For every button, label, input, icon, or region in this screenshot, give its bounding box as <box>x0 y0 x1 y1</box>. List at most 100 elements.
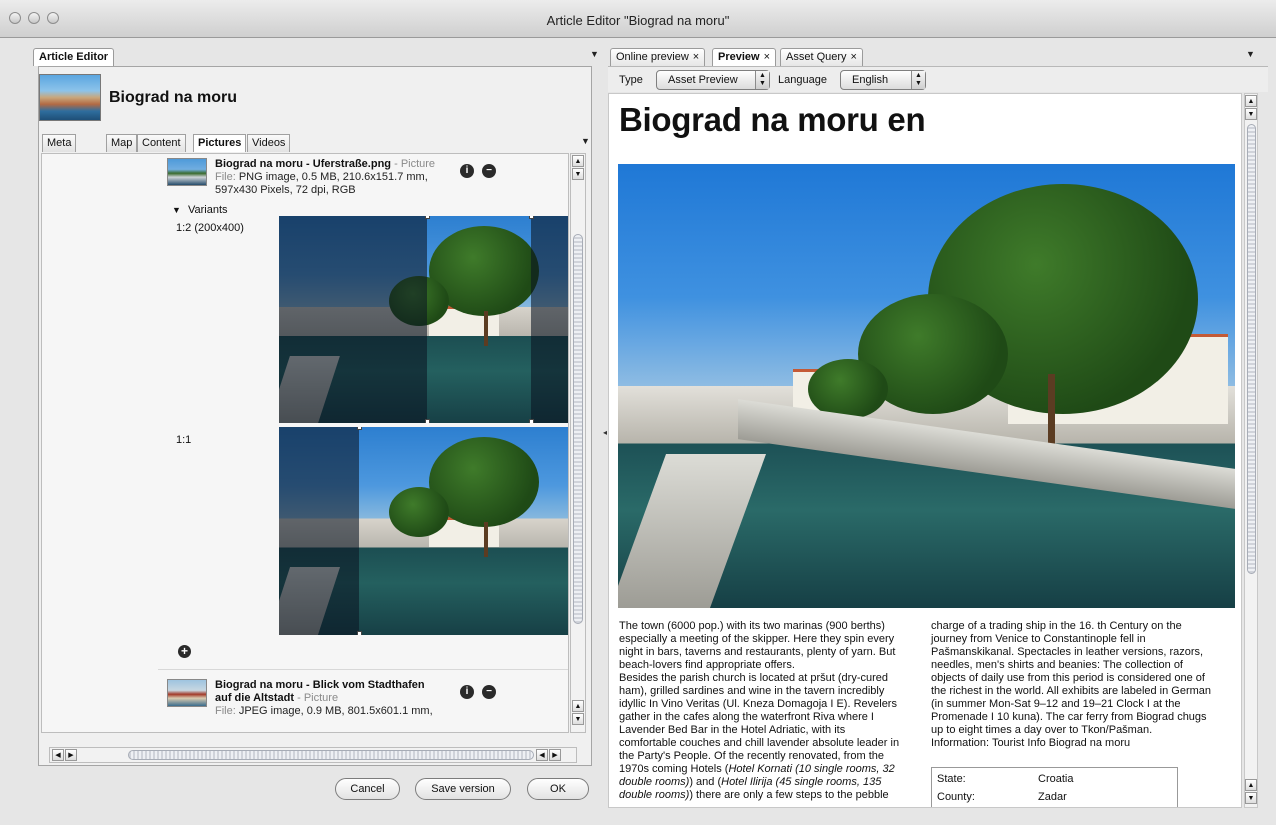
preview-text-line: Promenade I 10 kuna). The car ferry from… <box>931 711 1207 723</box>
info-table: State: Croatia County: Zadar <box>931 767 1178 807</box>
minus-icon[interactable]: − <box>482 164 496 178</box>
crop-handle[interactable] <box>357 631 362 635</box>
pictures-horizontal-scrollbar[interactable]: ◀ ▶ ◀ ▶ <box>49 747 577 763</box>
tab-content[interactable]: Content <box>137 134 186 152</box>
article-heading: Biograd na moru <box>109 89 238 106</box>
info-icon[interactable]: i <box>460 685 474 699</box>
scroll-left-arrow-icon[interactable]: ◀ <box>536 749 548 761</box>
window-body: Article Editor ▼ Biograd na moru Meta da… <box>0 38 1276 825</box>
ok-button[interactable]: OK <box>527 778 589 800</box>
scroll-right-arrow-icon[interactable]: ▶ <box>65 749 77 761</box>
tab-content-label: Content <box>142 137 181 149</box>
variant-image-1-1[interactable] <box>279 427 568 635</box>
article-editor-tab-strip: Article Editor ▼ <box>30 45 600 66</box>
crop-shade <box>279 427 359 635</box>
file-info-line2: 597x430 Pixels, 72 dpi, RGB <box>215 184 356 196</box>
vertical-scroll-thumb[interactable] <box>573 234 583 624</box>
variant-image-1-2[interactable] <box>279 216 568 423</box>
close-icon[interactable]: × <box>693 51 699 63</box>
crop-handle[interactable] <box>357 427 362 430</box>
text-run: ) and ( <box>689 776 722 788</box>
asset-file-info: File: JPEG image, 0.9 MB, 801.5x601.1 mm… <box>215 705 433 718</box>
plus-icon[interactable]: + <box>178 645 191 658</box>
scroll-up-arrow-icon[interactable]: ▲ <box>1245 779 1257 791</box>
type-label: Type <box>619 74 643 86</box>
tab-preview[interactable]: Preview × <box>712 48 777 66</box>
tab-online-preview[interactable]: Online preview × <box>610 48 706 66</box>
asset-type: - Picture <box>394 158 436 170</box>
variants-toggle[interactable]: ▼ Variants <box>172 204 228 216</box>
pictures-vertical-scrollbar[interactable]: ▲ ▼ ▲ ▼ <box>570 153 586 733</box>
type-select[interactable]: Asset Preview ▲ ▼ <box>656 70 770 90</box>
tab-pictures-label: Pictures <box>198 137 242 149</box>
file-info-line1: PNG image, 0.5 MB, 210.6x151.7 mm, <box>238 171 428 183</box>
variant-label-1-1: 1:1 <box>176 434 192 446</box>
tab-pictures[interactable]: Pictures <box>193 134 247 152</box>
scroll-left-arrow-icon[interactable]: ◀ <box>52 749 64 761</box>
asset-thumbnail[interactable] <box>167 158 207 186</box>
panel-menu-arrow-icon[interactable]: ▼ <box>590 49 599 59</box>
crop-handle[interactable] <box>529 216 534 219</box>
horizontal-scroll-thumb[interactable] <box>128 750 534 760</box>
text-run: 1970s coming Hotels ( <box>619 763 729 775</box>
scroll-down-arrow-icon[interactable]: ▼ <box>1245 792 1257 804</box>
updown-arrows-icon: ▲ ▼ <box>911 71 925 89</box>
asset-name: Biograd na moru - Blick vom Stadthafen a… <box>215 679 425 705</box>
scroll-up-arrow-icon[interactable]: ▲ <box>1245 95 1257 107</box>
preview-text-line: Information: Tourist Info Biograd na mor… <box>931 737 1131 749</box>
close-icon[interactable]: × <box>851 51 857 63</box>
asset-thumbnail[interactable] <box>167 679 207 707</box>
scroll-down-arrow-icon[interactable]: ▼ <box>1245 108 1257 120</box>
preview-text-line: Pašmanskikanal. Spectacles in leather ve… <box>931 646 1204 658</box>
tab-meta-data[interactable]: Meta data <box>42 134 77 165</box>
scroll-down-arrow-icon[interactable]: ▼ <box>572 713 584 725</box>
tab-online-preview-label: Online preview <box>616 51 689 63</box>
info-icon[interactable]: i <box>460 164 474 178</box>
pictures-list: Biograd na moru - Uferstraße.png - Pictu… <box>41 153 569 733</box>
file-label: File: <box>215 171 236 183</box>
pane-splitter-handle[interactable]: ◂ <box>603 428 607 437</box>
minus-icon[interactable]: − <box>482 685 496 699</box>
preview-text-line: needles, men's shirts and beanies: The c… <box>931 659 1183 671</box>
asset-name: Biograd na moru - Uferstraße.png - Pictu… <box>215 158 435 171</box>
preview-column-1: The town (6000 pop.) with its two marina… <box>619 620 925 802</box>
close-icon[interactable]: × <box>764 51 770 63</box>
preview-text-line: journey from Venice to Constantinople fe… <box>931 633 1146 645</box>
crop-handle[interactable] <box>529 419 534 423</box>
tab-article-editor[interactable]: Article Editor <box>33 48 115 66</box>
preview-column-2: charge of a trading ship in the 16. th C… <box>931 620 1237 750</box>
tab-map[interactable]: Map <box>106 134 138 152</box>
language-select[interactable]: English ▲ ▼ <box>840 70 926 90</box>
preview-vertical-scrollbar[interactable]: ▲ ▼ ▲ ▼ <box>1244 93 1258 808</box>
tab-asset-query[interactable]: Asset Query × <box>780 48 863 66</box>
crop-handle[interactable] <box>425 216 430 219</box>
text-run-italic: double rooms) <box>619 789 690 801</box>
preview-text-line: 1970s coming Hotels (Hotel Kornati (10 s… <box>619 763 925 776</box>
text-run-italic: Hotel Kornati (10 single rooms, 32 <box>728 763 895 775</box>
tab-videos[interactable]: Videos <box>247 134 291 152</box>
scroll-up-arrow-icon[interactable]: ▲ <box>572 155 584 167</box>
scroll-up-arrow-icon[interactable]: ▲ <box>572 700 584 712</box>
photo-trunk <box>1048 374 1055 444</box>
save-version-button[interactable]: Save version <box>415 778 511 800</box>
tab-videos-label: Videos <box>252 137 286 149</box>
scroll-down-arrow-icon[interactable]: ▼ <box>572 168 584 180</box>
preview-text-line: especially a meeting of the skipper. Her… <box>619 633 895 645</box>
preview-toolbar: Type Asset Preview ▲ ▼ Language English ▲… <box>608 66 1268 92</box>
scroll-right-arrow-icon[interactable]: ▶ <box>549 749 561 761</box>
vertical-scroll-thumb[interactable] <box>1247 124 1256 574</box>
preview-text-line: double rooms)) and (Hotel Ilirija (45 si… <box>619 776 925 789</box>
crop-handle[interactable] <box>425 419 430 423</box>
asset-name-line2: auf die Altstadt <box>215 692 295 704</box>
panel-menu-arrow-icon[interactable]: ▼ <box>1246 49 1255 59</box>
updown-arrows-icon: ▲ ▼ <box>755 71 769 89</box>
info-value-state: Croatia <box>1038 773 1074 785</box>
crop-shade <box>279 216 427 423</box>
tab-asset-query-label: Asset Query <box>786 51 847 63</box>
article-editor-panel: Biograd na moru Meta data Map Content Pi… <box>38 66 592 766</box>
cancel-button[interactable]: Cancel <box>335 778 400 800</box>
preview-text-line: (in summer Mon-Sat 9–12 and 19–21 Clock … <box>931 698 1181 710</box>
preview-text-line: double rooms)) there are only a few step… <box>619 789 925 802</box>
type-select-value: Asset Preview <box>668 74 738 86</box>
subtab-menu-arrow-icon[interactable]: ▼ <box>581 136 590 146</box>
